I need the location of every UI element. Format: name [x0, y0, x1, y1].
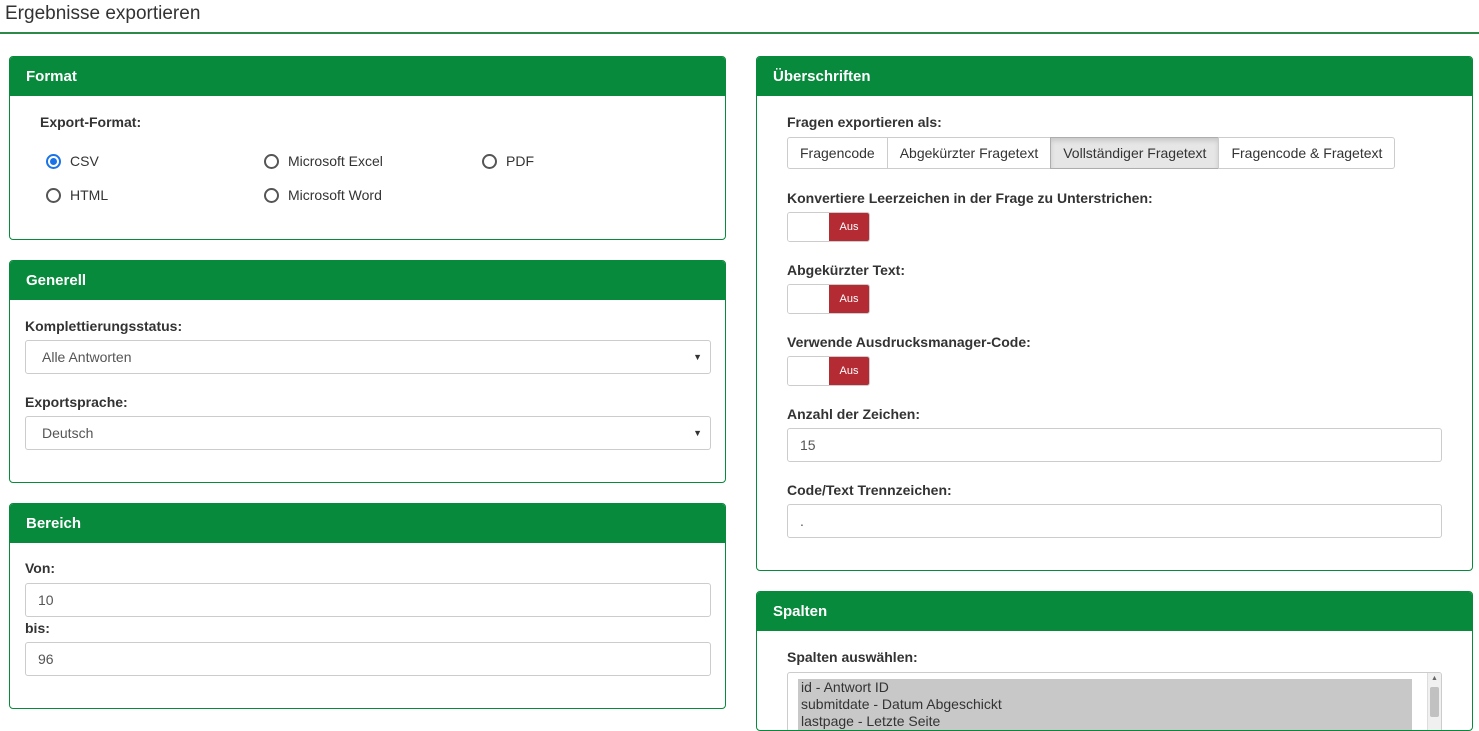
list-item[interactable]: id - Antwort ID [798, 679, 1412, 696]
scroll-up-icon: ▲ [1431, 675, 1438, 682]
mode-abbreviated-text-button[interactable]: Abgekürzter Fragetext [886, 137, 1052, 169]
radio-label: Microsoft Word [288, 187, 382, 203]
toggle-handle [788, 357, 829, 385]
from-label: Von: [25, 560, 56, 576]
toggle-off-label: Aus [829, 357, 869, 385]
radio-unchecked-icon [46, 187, 61, 203]
export-language-select[interactable]: Deutsch ▼ [25, 416, 711, 450]
completion-status-label: Komplettierungsstatus: [25, 318, 183, 334]
radio-html[interactable]: HTML [46, 187, 108, 203]
toggle-handle [788, 213, 829, 241]
convert-spaces-label: Konvertiere Leerzeichen in der Frage zu … [787, 190, 1153, 206]
radio-checked-icon [46, 153, 61, 169]
separator-input[interactable]: . [787, 504, 1442, 538]
export-format-label: Export-Format: [40, 114, 142, 130]
char-count-label: Anzahl der Zeichen: [787, 406, 921, 422]
em-code-label: Verwende Ausdrucksmanager-Code: [787, 334, 1031, 350]
range-panel: Bereich Von: 10 bis: 96 [9, 503, 726, 709]
columns-panel-heading: Spalten [757, 592, 1472, 631]
radio-label: Microsoft Excel [288, 153, 383, 169]
scrollbar-thumb[interactable] [1430, 687, 1439, 717]
select-value: Alle Antworten [42, 349, 132, 365]
radio-label: PDF [506, 153, 534, 169]
headings-panel-heading: Überschriften [757, 57, 1472, 96]
question-mode-group: Fragencode Abgekürzter Fragetext Vollstä… [787, 137, 1396, 169]
mode-full-text-button[interactable]: Vollständiger Fragetext [1050, 137, 1220, 169]
em-code-toggle[interactable]: Aus [787, 356, 870, 386]
caret-down-icon: ▼ [693, 352, 702, 362]
range-panel-heading: Bereich [10, 504, 725, 543]
radio-excel[interactable]: Microsoft Excel [264, 153, 383, 169]
page-header: Ergebnisse exportieren [0, 0, 1479, 34]
radio-unchecked-icon [482, 153, 497, 169]
radio-label: CSV [70, 153, 99, 169]
export-questions-label: Fragen exportieren als: [787, 114, 942, 130]
select-value: Deutsch [42, 425, 94, 441]
format-panel-heading: Format [10, 57, 725, 96]
columns-listbox[interactable]: id - Antwort ID submitdate - Datum Abges… [787, 672, 1442, 730]
convert-spaces-toggle[interactable]: Aus [787, 212, 870, 242]
separator-label: Code/Text Trennzeichen: [787, 482, 952, 498]
to-label: bis: [25, 620, 50, 636]
completion-status-select[interactable]: Alle Antworten ▼ [25, 340, 711, 374]
toggle-off-label: Aus [829, 285, 869, 313]
headings-panel: Überschriften Fragen exportieren als: Fr… [756, 56, 1473, 571]
toggle-off-label: Aus [829, 213, 869, 241]
caret-down-icon: ▼ [693, 428, 702, 438]
radio-word[interactable]: Microsoft Word [264, 187, 382, 203]
char-count-input[interactable]: 15 [787, 428, 1442, 462]
columns-panel: Spalten Spalten auswählen: id - Antwort … [756, 591, 1473, 731]
export-language-label: Exportsprache: [25, 394, 128, 410]
radio-csv[interactable]: CSV [46, 153, 99, 169]
to-input[interactable]: 96 [25, 642, 711, 676]
list-item[interactable]: submitdate - Datum Abgeschickt [798, 696, 1412, 713]
toggle-handle [788, 285, 829, 313]
listbox-scrollbar[interactable]: ▲ [1427, 673, 1441, 730]
select-columns-label: Spalten auswählen: [787, 649, 918, 665]
from-input[interactable]: 10 [25, 583, 711, 617]
abbreviated-text-label: Abgekürzter Text: [787, 262, 905, 278]
mode-code-and-text-button[interactable]: Fragencode & Fragetext [1218, 137, 1396, 169]
page-title: Ergebnisse exportieren [5, 3, 201, 24]
radio-unchecked-icon [264, 187, 279, 203]
radio-pdf[interactable]: PDF [482, 153, 534, 169]
abbreviated-text-toggle[interactable]: Aus [787, 284, 870, 314]
radio-unchecked-icon [264, 153, 279, 169]
radio-label: HTML [70, 187, 109, 203]
mode-question-code-button[interactable]: Fragencode [787, 137, 888, 169]
general-panel-heading: Generell [10, 261, 725, 300]
format-panel: Format Export-Format: CSV Microsoft Exce… [9, 56, 726, 240]
general-panel: Generell Komplettierungsstatus: Alle Ant… [9, 260, 726, 483]
